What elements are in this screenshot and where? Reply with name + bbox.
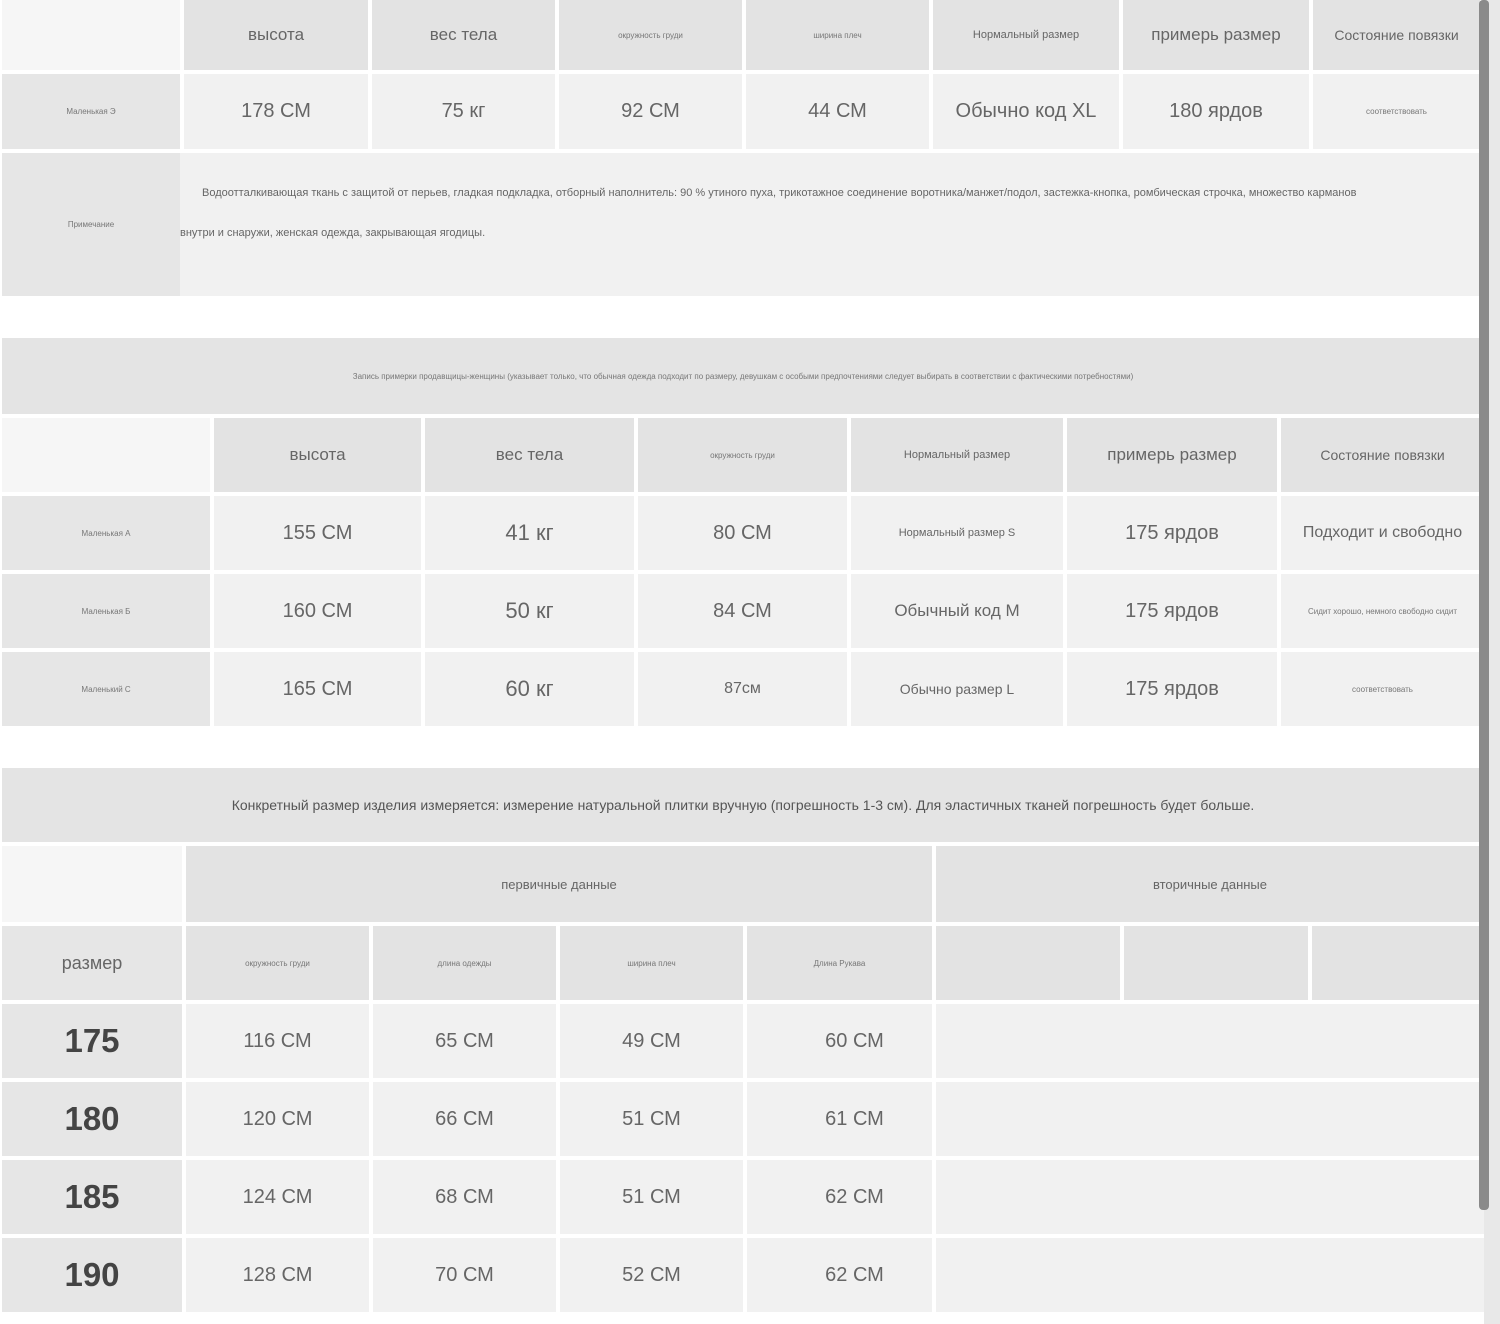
- table3-cell-shoulder: 51 СМ: [560, 1160, 743, 1234]
- table2-title: Запись примерки продавщицы-женщины (указ…: [2, 338, 1484, 414]
- table2-header-fit: Состояние повязки: [1281, 418, 1484, 492]
- table2-cell-weight: 60 кг: [425, 652, 634, 726]
- table3-header-chest: окружность груди: [186, 926, 369, 1000]
- table1-note-cell: Водоотталкивающая ткань с защитой от пер…: [180, 153, 1480, 296]
- table2-cell-chest: 84 СМ: [638, 574, 847, 648]
- size-table-1: высота вес тела окружность груди ширина …: [0, 0, 1480, 296]
- table3-corner-cell: [2, 846, 182, 922]
- table3-cell-length: 68 СМ: [373, 1160, 556, 1234]
- table3-header-empty: [1124, 926, 1308, 1000]
- table3-cell-sleeve: 62 СМ: [747, 1238, 932, 1312]
- table3-secondary-header: вторичные данные: [936, 846, 1484, 922]
- table2-cell-try-size: 175 ярдов: [1067, 574, 1277, 648]
- table2-cell-fit: Подходит и свободно: [1281, 496, 1484, 570]
- table3-cell-chest: 116 СМ: [186, 1004, 369, 1078]
- table2-cell-fit: Сидит хорошо, немного свободно сидит: [1281, 574, 1484, 648]
- table1-cell-normal-size: Обычно код XL: [933, 74, 1119, 149]
- table2-cell-chest: 87см: [638, 652, 847, 726]
- table3-header-shoulder: ширина плеч: [560, 926, 743, 1000]
- table3-cell-sleeve: 62 СМ: [747, 1160, 932, 1234]
- table1-header-shoulder: ширина плеч: [746, 0, 929, 70]
- table2-cell-normal-size: Обычный код М: [851, 574, 1063, 648]
- table1-cell-fit: соответствовать: [1313, 74, 1480, 149]
- table1-header-weight: вес тела: [372, 0, 555, 70]
- table1-cell-try-size: 180 ярдов: [1123, 74, 1309, 149]
- table1-header-normal-size: Нормальный размер: [933, 0, 1119, 70]
- table1-note-label: Примечание: [2, 153, 180, 296]
- table2-cell-height: 160 СМ: [214, 574, 421, 648]
- table3-header-empty: [936, 926, 1120, 1000]
- table3-cell-sleeve: 61 СМ: [747, 1082, 932, 1156]
- table2-cell-fit: соответствовать: [1281, 652, 1484, 726]
- table1-cell-weight: 75 кг: [372, 74, 555, 149]
- scrollbar-thumb[interactable]: [1479, 0, 1489, 1210]
- table3-primary-header: первичные данные: [186, 846, 932, 922]
- table3-header-empty: [1312, 926, 1484, 1000]
- table3-cell-empty: [936, 1160, 1484, 1234]
- table2-corner-cell: [2, 418, 210, 492]
- table3-cell-chest: 124 СМ: [186, 1160, 369, 1234]
- table1-cell-chest: 92 СМ: [559, 74, 742, 149]
- table3-cell-length: 70 СМ: [373, 1238, 556, 1312]
- table1-header-fit: Состояние повязки: [1313, 0, 1480, 70]
- table2-row-label: Маленькая Б: [2, 574, 210, 648]
- table2-cell-height: 165 СМ: [214, 652, 421, 726]
- table3-cell-empty: [936, 1004, 1484, 1078]
- table3-cell-sleeve: 60 СМ: [747, 1004, 932, 1078]
- table2-cell-height: 155 СМ: [214, 496, 421, 570]
- table1-cell-height: 178 СМ: [184, 74, 368, 149]
- table3-size-label: 175: [2, 1004, 182, 1078]
- table3-size-label: 180: [2, 1082, 182, 1156]
- table3-size-header: размер: [2, 926, 182, 1000]
- table3-cell-chest: 128 СМ: [186, 1238, 369, 1312]
- table1-row-label: Маленькая Э: [2, 74, 180, 149]
- table2-cell-try-size: 175 ярдов: [1067, 652, 1277, 726]
- table3-header-sleeve: Длина Рукава: [747, 926, 932, 1000]
- table2-cell-weight: 41 кг: [425, 496, 634, 570]
- table3-cell-shoulder: 51 СМ: [560, 1082, 743, 1156]
- table2-cell-weight: 50 кг: [425, 574, 634, 648]
- table1-corner-cell: [2, 0, 180, 70]
- table1-note-text: Водоотталкивающая ткань с защитой от пер…: [180, 187, 1357, 239]
- table2-row-label: Маленькая А: [2, 496, 210, 570]
- table3-size-label: 190: [2, 1238, 182, 1312]
- table3-title: Конкретный размер изделия измеряется: из…: [2, 768, 1484, 842]
- table1-header-try-size: примерь размер: [1123, 0, 1309, 70]
- table2-cell-chest: 80 СМ: [638, 496, 847, 570]
- table2-header-chest: окружность груди: [638, 418, 847, 492]
- table3-cell-length: 66 СМ: [373, 1082, 556, 1156]
- table2-header-normal-size: Нормальный размер: [851, 418, 1063, 492]
- table3-size-label: 185: [2, 1160, 182, 1234]
- table2-header-weight: вес тела: [425, 418, 634, 492]
- table1-cell-shoulder: 44 СМ: [746, 74, 929, 149]
- table2-cell-try-size: 175 ярдов: [1067, 496, 1277, 570]
- table1-header-height: высота: [184, 0, 368, 70]
- table3-cell-chest: 120 СМ: [186, 1082, 369, 1156]
- table2-cell-normal-size: Обычно размер L: [851, 652, 1063, 726]
- table1-header-chest: окружность груди: [559, 0, 742, 70]
- size-table-2: Запись примерки продавщицы-женщины (указ…: [0, 338, 1484, 726]
- table2-row-label: Маленький С: [2, 652, 210, 726]
- table3-cell-shoulder: 49 СМ: [560, 1004, 743, 1078]
- table3-cell-empty: [936, 1238, 1484, 1312]
- table3-header-length: длина одежды: [373, 926, 556, 1000]
- table2-cell-normal-size: Нормальный размер S: [851, 496, 1063, 570]
- size-table-3: Конкретный размер изделия измеряется: из…: [0, 768, 1484, 1314]
- table3-cell-shoulder: 52 СМ: [560, 1238, 743, 1312]
- table3-cell-empty: [936, 1082, 1484, 1156]
- table2-header-height: высота: [214, 418, 421, 492]
- table3-cell-length: 65 СМ: [373, 1004, 556, 1078]
- table2-header-try-size: примерь размер: [1067, 418, 1277, 492]
